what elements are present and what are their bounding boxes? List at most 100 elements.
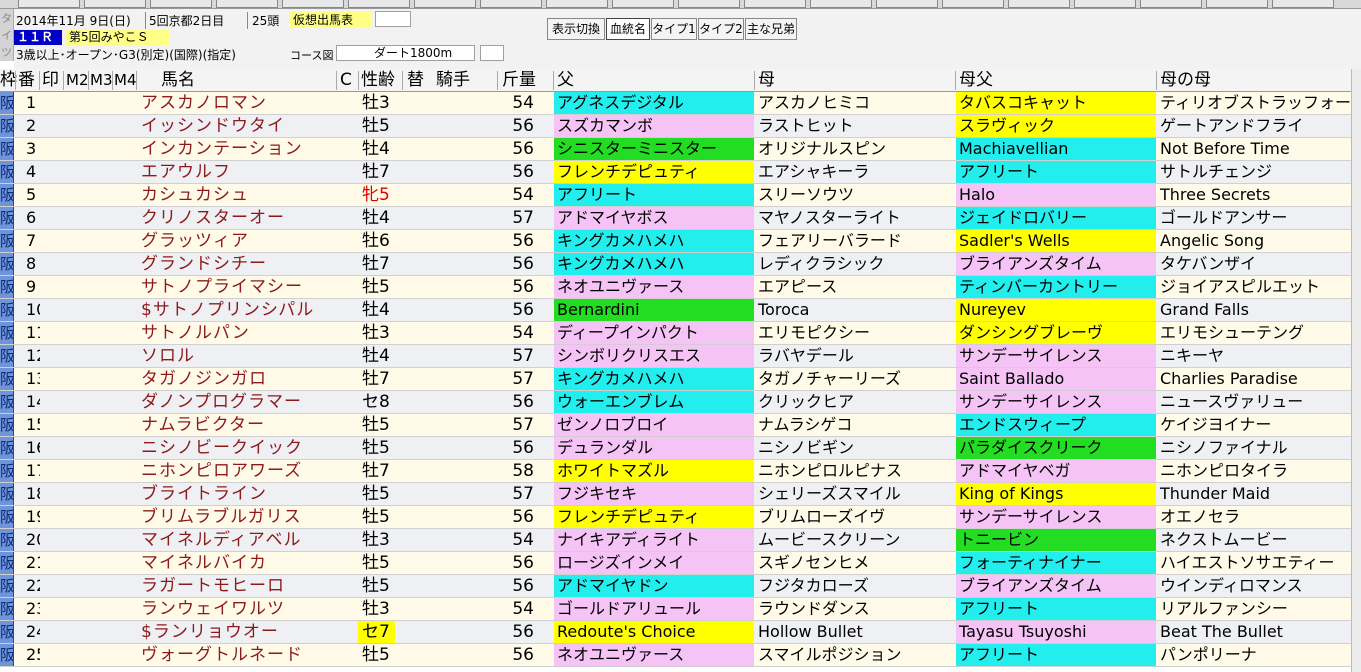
broodmare-sire-cell[interactable]: アフリート [956,598,1156,620]
menu-button[interactable] [546,0,608,8]
granddam-cell[interactable]: ジョイアスピルエット [1157,276,1361,298]
menu-button[interactable] [1206,0,1268,8]
table-row[interactable]: 阪 23 ランウェイワルツ 牡3 54 ゴールドアリュールラウンドダンスアフリートリアルフ… [0,598,1361,621]
table-row[interactable]: 阪 11 サトノルパン 牡3 54 ディープインパクトエリモピクシーダンシングブレーヴエリ… [0,322,1361,345]
dam-cell[interactable]: スギノセンヒメ [755,552,955,574]
horse-name[interactable]: $サトノプリンシパル [141,299,337,322]
dam-cell[interactable]: マヤノスターライト [755,207,955,229]
col-m4[interactable]: M4 [114,69,137,91]
dam-cell[interactable]: タガノチャーリーズ [755,368,955,390]
sire-cell[interactable]: フレンチデピュティ [554,506,754,528]
dam-cell[interactable]: スリーソウツ [755,184,955,206]
broodmare-sire-cell[interactable]: サンデーサイレンス [956,391,1156,413]
table-row[interactable]: 阪 3 インカンテーション 牡4 56 シニスターミニスター オリジナルスピン Machiav… [0,138,1361,161]
granddam-cell[interactable]: リアルファンシー [1157,598,1361,620]
sire-cell[interactable]: ウォーエンブレム [554,391,754,413]
table-row[interactable]: 阪 19 ブリムラブルガリス 牡5 56 フレンチデピュティブリムローズイヴサンデーサイレ… [0,506,1361,529]
sire-cell[interactable]: ネオユニヴァース [554,276,754,298]
dam-cell[interactable]: スマイルポジション [755,644,955,666]
table-row[interactable]: 阪 1 アスカノロマン 牡3 54 アグネスデジタル アスカノヒミコ タバスコキャット ティリオ… [0,92,1361,115]
dam-cell[interactable]: オリジナルスピン [755,138,955,160]
broodmare-sire-cell[interactable]: ティンバーカントリー [956,276,1156,298]
horse-name[interactable]: サトノプライマシー [141,276,337,299]
menu-button[interactable] [876,0,938,8]
granddam-cell[interactable]: タケバンザイ [1157,253,1361,275]
tab-type2[interactable]: タイプ2 [698,18,744,40]
dam-cell[interactable]: ニシノビギン [755,437,955,459]
menu-button[interactable] [612,0,674,8]
horse-name[interactable]: サトノルパン [141,322,337,345]
menu-button[interactable] [414,0,476,8]
broodmare-sire-cell[interactable]: スラヴィック [956,115,1156,137]
col-weight[interactable]: 斤量 [502,69,536,91]
dam-cell[interactable]: Toroca [755,299,955,321]
dam-cell[interactable]: ラバヤデール [755,345,955,367]
broodmare-sire-cell[interactable]: Machiavellian [956,138,1156,160]
granddam-cell[interactable]: Charlies Paradise [1157,368,1361,390]
broodmare-sire-cell[interactable]: Sadler's Wells [956,230,1156,252]
menu-button[interactable] [216,0,278,8]
col-granddam[interactable]: 母の母 [1160,69,1211,91]
granddam-cell[interactable]: ニホンピロタイラ [1157,460,1361,482]
table-row[interactable]: 阪 4 エアウルフ 牡7 56 フレンチデピュティ エアシャキーラ アフリート サトルチェンジ [0,161,1361,184]
sire-cell[interactable]: ゴールドアリュール [554,598,754,620]
horse-name[interactable]: インカンテーション [141,138,337,161]
vertical-scrollbar[interactable] [1351,69,1361,672]
menu-button[interactable] [348,0,410,8]
table-row[interactable]: 阪 5 カシュカシュ 牝5 54 アフリート スリーソウツ Halo Three Secrets [0,184,1361,207]
menu-button[interactable] [1008,0,1070,8]
dam-cell[interactable]: フジタカローズ [755,575,955,597]
sire-cell[interactable]: ナイキアディライト [554,529,754,551]
col-sex-age[interactable]: 性齢 [361,69,395,91]
sire-cell[interactable]: ネオユニヴァース [554,644,754,666]
horse-name[interactable]: ダノンプログラマー [141,391,337,414]
horse-name[interactable]: グランドシチー [141,253,337,276]
granddam-cell[interactable]: ケイジヨイナー [1157,414,1361,436]
sire-cell[interactable]: ディープインパクト [554,322,754,344]
table-row[interactable]: 阪 13 タガノジンガロ 牡7 57 キングカメハメハタガノチャーリーズSaint Bal… [0,368,1361,391]
dam-cell[interactable]: レディクラシック [755,253,955,275]
col-number[interactable]: 番 [18,69,35,91]
granddam-cell[interactable]: Beat The Bullet [1157,621,1361,643]
sire-cell[interactable]: ゼンノロブロイ [554,414,754,436]
broodmare-sire-cell[interactable]: Halo [956,184,1156,206]
table-row[interactable]: 阪 6 クリノスターオー 牡4 57 アドマイヤボス マヤノスターライト ジェイドロバリー ゴー… [0,207,1361,230]
table-row[interactable]: 阪 8 グランドシチー 牡7 56 キングカメハメハ レディクラシック ブライアンズタイム タケ… [0,253,1361,276]
broodmare-sire-cell[interactable]: アフリート [956,161,1156,183]
granddam-cell[interactable]: Not Before Time [1157,138,1361,160]
granddam-cell[interactable]: ニシノファイナル [1157,437,1361,459]
sire-cell[interactable]: アドマイヤボス [554,207,754,229]
table-row[interactable]: 阪 12 ソロル 牡4 57 シンボリクリスエスラバヤデールサンデーサイレンスニキーヤ [0,345,1361,368]
col-c[interactable]: C [340,69,352,91]
col-m2[interactable]: M2 [66,69,89,91]
dam-cell[interactable]: ニホンピロルピナス [755,460,955,482]
table-row[interactable]: 阪 17 ニホンピロアワーズ 牡7 58 ホワイトマズルニホンピロルピナスアドマイヤベガニ… [0,460,1361,483]
sire-cell[interactable]: Redoute's Choice [554,621,754,643]
dam-cell[interactable]: ナムラシゲコ [755,414,955,436]
menu-button[interactable] [150,0,212,8]
dam-cell[interactable]: エアシャキーラ [755,161,955,183]
horse-name[interactable]: ブライトライン [141,483,337,506]
sire-cell[interactable]: アグネスデジタル [554,92,754,114]
sire-cell[interactable]: フジキセキ [554,483,754,505]
granddam-cell[interactable]: パンポリーナ [1157,644,1361,666]
col-broodmare-sire[interactable]: 母父 [959,69,993,91]
col-change[interactable]: 替 [407,69,424,91]
note-field[interactable] [375,11,411,27]
broodmare-sire-cell[interactable]: パラダイスクリーク [956,437,1156,459]
dam-cell[interactable]: アスカノヒミコ [755,92,955,114]
granddam-cell[interactable]: サトルチェンジ [1157,161,1361,183]
col-sire[interactable]: 父 [557,69,574,91]
table-row[interactable]: 阪 21 マイネルバイカ 牡5 56 ロージズインメイスギノセンヒメフォーティナイナーハイ… [0,552,1361,575]
table-row[interactable]: 阪 15 ナムラビクター 牡5 57 ゼンノロブロイナムラシゲコエンドスウィープケイジヨイ… [0,414,1361,437]
sire-cell[interactable]: シニスターミニスター [554,138,754,160]
sire-cell[interactable]: ホワイトマズル [554,460,754,482]
granddam-cell[interactable]: Thunder Maid [1157,483,1361,505]
granddam-cell[interactable]: ニュースヴァリュー [1157,391,1361,413]
col-horse-name[interactable]: 馬名 [161,69,195,91]
horse-name[interactable]: ニホンピロアワーズ [141,460,337,483]
tab-type1[interactable]: タイプ1 [651,18,697,40]
granddam-cell[interactable]: ゲートアンドフライ [1157,115,1361,137]
col-jockey[interactable]: 騎手 [436,69,470,91]
sire-cell[interactable]: アドマイヤドン [554,575,754,597]
